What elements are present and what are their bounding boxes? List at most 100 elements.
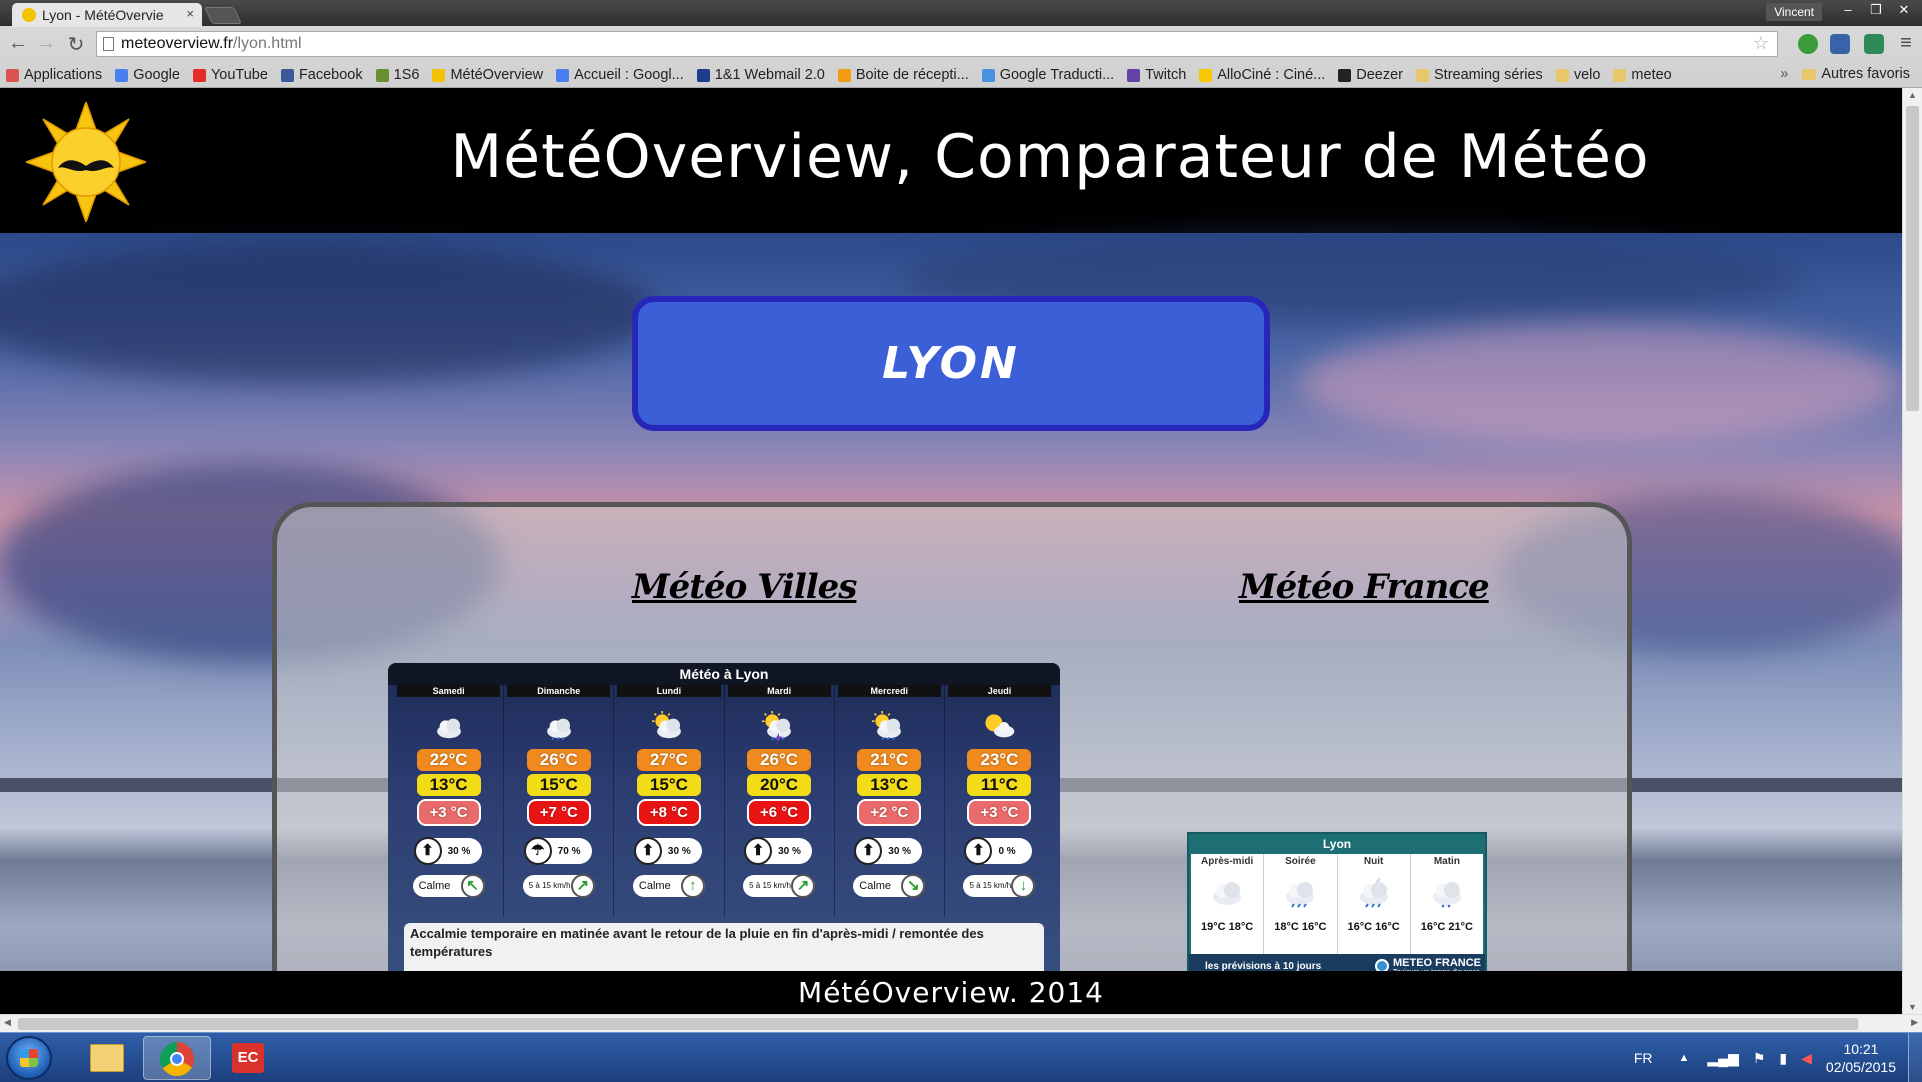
- mf-brand-name: METEO FRANCE: [1393, 956, 1481, 969]
- bookmark-item[interactable]: velo: [1555, 67, 1600, 83]
- bookmark-item[interactable]: AlloCiné : Ciné...: [1199, 67, 1325, 83]
- scroll-up-icon[interactable]: ▲: [1908, 90, 1917, 100]
- bookmark-item[interactable]: Deezer: [1338, 67, 1403, 83]
- volume-muted-icon[interactable]: ◀: [1801, 1050, 1812, 1067]
- bookmark-item[interactable]: Streaming séries: [1416, 67, 1543, 83]
- rain-percent: 70 %: [557, 845, 581, 857]
- wind-info: Calme ↘: [853, 874, 926, 898]
- bookmark-label: Accueil : Googl...: [574, 67, 684, 83]
- site-footer: MétéOverview. 2014: [0, 971, 1902, 1014]
- rain-percent: 30 %: [667, 845, 691, 857]
- mf-temps: 16°C 16°C: [1347, 921, 1400, 933]
- back-arrow-icon[interactable]: ←: [6, 32, 30, 55]
- wind-info: 5 à 15 km/h ↗: [522, 874, 595, 898]
- bookmark-item[interactable]: 1&1 Webmail 2.0: [696, 67, 825, 83]
- horizontal-scroll-thumb[interactable]: [18, 1018, 1858, 1030]
- forward-arrow-icon[interactable]: →: [34, 32, 58, 55]
- mf-period-label: Soirée: [1285, 856, 1316, 867]
- wind-info: Calme ↑: [632, 874, 705, 898]
- other-bookmarks[interactable]: » Autres favoris: [1780, 66, 1910, 82]
- wind-info: Calme ↖: [412, 874, 485, 898]
- bookmark-favicon-icon: [696, 68, 710, 82]
- forecast-days: Samedi 22°C 13°C +3 °C ⬆ 30 % Calme ↖ Dimanche 26…: [388, 685, 1060, 917]
- meteo-villes-widget[interactable]: Météo à Lyon Samedi 22°C 13°C +3 °C ⬆ 30 % Cal…: [388, 663, 1060, 983]
- new-tab-button[interactable]: [204, 7, 242, 24]
- vertical-scroll-thumb[interactable]: [1906, 106, 1919, 411]
- bookmark-star-icon[interactable]: ☆: [1753, 33, 1769, 54]
- rain-percent: 0 %: [998, 845, 1016, 857]
- bookmark-label: Streaming séries: [1434, 67, 1543, 83]
- menu-icon[interactable]: ≡: [1896, 33, 1916, 54]
- temp-delta: +6 °C: [747, 799, 812, 826]
- bookmark-item[interactable]: MétéOverview: [432, 67, 543, 83]
- extension-blue-icon[interactable]: [1830, 34, 1850, 54]
- network-icon[interactable]: ▂▄▆: [1707, 1050, 1738, 1067]
- temp-min: 13°C: [416, 774, 481, 796]
- extension-green-icon[interactable]: [1798, 34, 1818, 54]
- scroll-right-icon[interactable]: ▶: [1911, 1017, 1918, 1028]
- extension-chart-icon[interactable]: [1864, 34, 1884, 54]
- cloud-rain-icon: [1273, 873, 1327, 913]
- minimize-button[interactable]: ‒: [1836, 2, 1860, 18]
- power-icon[interactable]: ▮: [1779, 1050, 1787, 1067]
- meteo-france-widget[interactable]: Lyon Après-midi 19°C 18°C Soirée 18°C 16°C N…: [1187, 832, 1487, 982]
- forecast-day: Dimanche 26°C 15°C +7 °C ☂ 70 % 5 à 15 km/h ↗: [504, 685, 615, 917]
- action-center-flag-icon[interactable]: ⚑: [1753, 1050, 1766, 1067]
- bookmark-item[interactable]: Twitch: [1127, 67, 1186, 83]
- mf-period: Nuit 16°C 16°C: [1338, 854, 1411, 954]
- bookmark-item[interactable]: Facebook: [280, 67, 363, 83]
- clock-time: 10:21: [1843, 1041, 1879, 1057]
- bookmark-item[interactable]: Google: [115, 67, 180, 83]
- bookmark-item[interactable]: YouTube: [192, 67, 268, 83]
- mf-period-label: Nuit: [1363, 856, 1384, 867]
- language-indicator[interactable]: FR: [1634, 1050, 1653, 1066]
- clock[interactable]: 10:21 02/05/2015: [1826, 1040, 1896, 1076]
- umbrella-open-icon: ☂: [523, 837, 552, 865]
- bookmark-item[interactable]: 1S6: [375, 67, 419, 83]
- tab-close-icon[interactable]: ×: [186, 6, 194, 21]
- show-desktop-button[interactable]: [1908, 1033, 1922, 1082]
- reload-icon[interactable]: ↻: [64, 32, 88, 57]
- bookmark-item[interactable]: Boite de récepti...: [837, 67, 969, 83]
- scroll-down-icon[interactable]: ▼: [1908, 1002, 1917, 1012]
- bookmark-item[interactable]: Google Traducti...: [981, 67, 1114, 83]
- scroll-left-icon[interactable]: ◀: [4, 1017, 11, 1028]
- temp-delta: +8 °C: [636, 799, 701, 826]
- page-icon: [103, 37, 114, 51]
- bookmark-item[interactable]: meteo: [1613, 67, 1672, 83]
- bookmark-favicon-icon: [375, 68, 389, 82]
- close-window-button[interactable]: ✕: [1892, 2, 1916, 18]
- day-name: Samedi: [397, 685, 501, 697]
- browser-tab[interactable]: Lyon - MétéOvervie ×: [12, 3, 202, 27]
- bookmark-favicon-icon: [192, 68, 206, 82]
- sun-cloud-rain-icon: [867, 711, 911, 745]
- address-bar[interactable]: meteoverview.fr/lyon.html ☆: [96, 31, 1778, 57]
- bookmark-favicon-icon: [837, 68, 851, 82]
- restore-button[interactable]: ❐: [1864, 2, 1888, 18]
- cloud-rain-icon: [537, 711, 581, 745]
- show-hidden-icons-icon[interactable]: ▲: [1679, 1052, 1690, 1064]
- rain-percent: 30 %: [447, 845, 471, 857]
- vertical-scrollbar[interactable]: ▲ ▼: [1902, 88, 1922, 1014]
- bookmark-favicon-icon: [432, 68, 446, 82]
- bookmark-item[interactable]: Applications: [6, 67, 102, 83]
- forecast-panel: Météo Villes Météo France Météo à Lyon S…: [272, 502, 1632, 1014]
- bookmarks-overflow-icon[interactable]: »: [1780, 66, 1788, 82]
- start-button[interactable]: [6, 1036, 52, 1080]
- horizontal-scrollbar[interactable]: ◀ ▶: [0, 1014, 1922, 1032]
- chrome-taskbar-button[interactable]: [143, 1036, 211, 1080]
- mf-period: Matin 16°C 21°C: [1411, 854, 1483, 954]
- temp-min: 13°C: [857, 774, 922, 796]
- sun-cloud-icon: [647, 711, 691, 745]
- profile-button[interactable]: Vincent: [1766, 3, 1822, 21]
- folder-icon: [1555, 68, 1569, 82]
- cloudy-icon: [1200, 873, 1254, 913]
- mf-10day-link[interactable]: les prévisions à 10 jours: [1205, 961, 1321, 972]
- wind-label: Calme: [418, 880, 451, 892]
- bookmark-item[interactable]: Accueil : Googl...: [556, 67, 684, 83]
- browser-chrome: Lyon - MétéOvervie × Vincent ‒ ❐ ✕ ← → ↻…: [0, 0, 1922, 88]
- forecast-description: Accalmie temporaire en matinée avant le …: [404, 923, 1044, 977]
- app-taskbar-button[interactable]: EC: [214, 1036, 282, 1080]
- explorer-taskbar-button[interactable]: [72, 1036, 140, 1080]
- rain-chance: ⬆ 30 %: [413, 837, 482, 865]
